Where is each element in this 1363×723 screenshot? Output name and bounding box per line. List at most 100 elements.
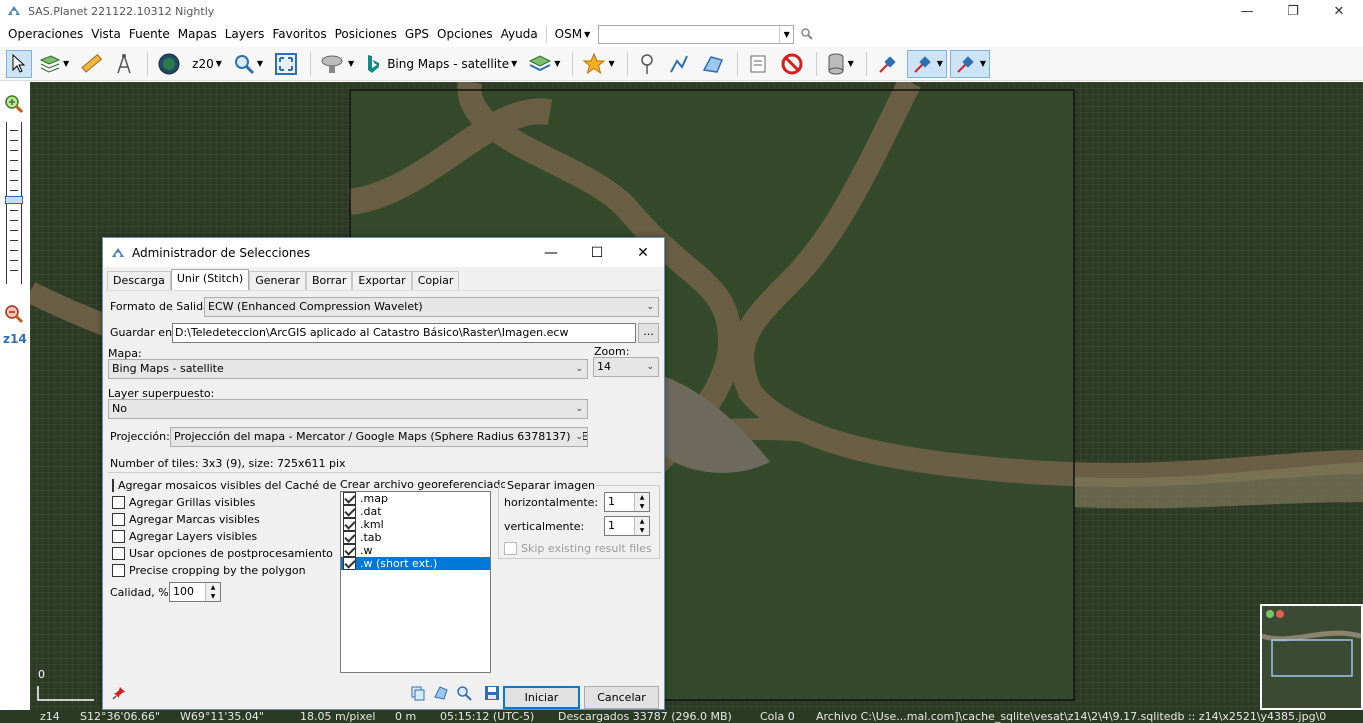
zoom-select[interactable]: 14 ⌄ [593,357,659,377]
menu-posiciones[interactable]: Posiciones [331,22,401,46]
edit-polygon-button[interactable] [432,684,450,702]
zoom-slider-thumb[interactable] [5,196,23,204]
checkbox[interactable] [112,513,125,526]
option-precise-cropping[interactable]: Precise cropping by the polygon [112,564,306,577]
zoom-in-icon[interactable] [4,94,24,114]
option-marcas-visibles[interactable]: Agregar Marcas visibles [112,513,260,526]
spin-down-icon[interactable]: ▼ [635,502,649,511]
globe-button[interactable] [153,50,185,78]
spin-down-icon[interactable]: ▼ [635,526,649,535]
horizontal-spinner[interactable]: 1 ▲ ▼ [604,492,650,512]
checkbox[interactable] [112,547,125,560]
hide-marks-button[interactable] [776,50,808,78]
checkbox[interactable] [112,564,125,577]
dialog-minimize-button[interactable]: — [528,238,574,267]
add-path-button[interactable] [664,50,694,78]
spin-up-icon[interactable]: ▲ [635,493,649,502]
favorites-button[interactable]: ▼ [578,50,618,78]
spin-down-icon[interactable]: ▼ [206,592,220,601]
checkbox[interactable] [343,557,356,570]
chevron-down-icon[interactable]: ▼ [779,25,793,43]
restore-button[interactable]: ❐ [1270,0,1316,22]
menu-ayuda[interactable]: Ayuda [497,22,542,46]
checkbox[interactable] [343,544,356,557]
list-item-selected[interactable]: .w (short ext.) [341,557,490,570]
vertical-spinner[interactable]: 1 ▲ ▼ [604,516,650,536]
option-postprocesamiento[interactable]: Usar opciones de postprocesamiento [112,547,333,560]
menu-layers[interactable]: Layers [221,22,269,46]
search-input[interactable]: ▼ [598,24,795,44]
zoom-tool-button[interactable]: ▼ [229,50,267,78]
dialog-close-button[interactable]: ✕ [620,238,666,267]
checkbox[interactable] [343,531,356,544]
menu-favoritos[interactable]: Favoritos [268,22,330,46]
save-selection-button[interactable] [483,684,501,702]
guardar-path-input[interactable]: D:\Teledeteccion\ArcGIS aplicado al Cata… [172,323,636,343]
zoom-to-selection-button[interactable] [455,684,473,702]
checkbox[interactable] [504,542,517,555]
proyeccion-select[interactable]: Projección del mapa - Mercator / Google … [170,427,588,447]
search-provider-select[interactable]: OSM ▼ [551,27,595,41]
map-source-button[interactable]: ▼ [316,50,358,78]
browse-button[interactable]: ... [638,323,659,343]
layer-superpuesto-select[interactable]: No ⌄ [108,399,588,419]
spin-up-icon[interactable]: ▲ [206,583,220,592]
georef-list[interactable]: .map .dat .kml .tab .w .w (short ext.) [340,491,491,673]
tab-exportar[interactable]: Exportar [352,271,412,290]
minimap-image[interactable] [1261,606,1362,708]
spinner-buttons[interactable]: ▲ ▼ [205,583,220,601]
add-placemark-button[interactable] [633,50,661,78]
menu-opciones[interactable]: Opciones [433,22,497,46]
menu-operaciones[interactable]: Operaciones [4,22,87,46]
tab-copiar[interactable]: Copiar [411,271,460,290]
zoom-level-select[interactable]: z20 ▼ [188,50,226,78]
option-grillas-visibles[interactable]: Agregar Grillas visibles [112,496,255,509]
menu-mapas[interactable]: Mapas [174,22,221,46]
fullscreen-button[interactable] [270,50,302,78]
iniciar-button[interactable]: Iniciar [503,686,580,709]
checkbox[interactable] [112,530,125,543]
compass-tool-button[interactable] [109,50,139,78]
copy-selection-button[interactable] [409,684,427,702]
add-polygon-button[interactable] [697,50,729,78]
marks-manager-button[interactable] [743,50,773,78]
cache-button[interactable]: ▼ [822,50,858,78]
tab-descarga[interactable]: Descarga [107,271,171,290]
list-item[interactable]: .dat [341,505,490,518]
close-button[interactable]: ✕ [1316,0,1362,22]
ruler-tool-button[interactable] [76,50,106,78]
pointer-tool-button[interactable] [6,49,32,78]
tab-unir-stitch[interactable]: Unir (Stitch) [170,269,250,290]
checkbox[interactable] [112,479,114,492]
gps-track-button[interactable] [872,50,904,78]
skip-existing-option[interactable]: Skip existing result files [504,542,652,555]
formato-select[interactable]: ECW (Enhanced Compression Wavelet) ⌄ [204,297,659,317]
gps-connect-button[interactable]: ▼ [906,49,947,78]
zoom-out-icon[interactable] [4,304,24,324]
mapa-select[interactable]: Bing Maps - satellite ⌄ [108,359,588,379]
tab-borrar[interactable]: Borrar [306,271,353,290]
gps-center-button[interactable]: ▼ [949,49,991,78]
checkbox[interactable] [112,496,125,509]
checkbox[interactable] [343,505,356,518]
cancelar-button[interactable]: Cancelar [584,686,659,709]
checkbox[interactable] [343,492,356,505]
minimize-button[interactable]: — [1224,0,1270,22]
zoom-slider[interactable] [5,122,23,284]
map-type-select[interactable]: Bing Maps - satellite ▼ [361,50,521,78]
menu-vista[interactable]: Vista [87,22,125,46]
checkbox[interactable] [343,518,356,531]
search-icon[interactable] [800,27,814,41]
list-item[interactable]: .map [341,492,490,505]
selection-tool-button[interactable]: ▼ [35,50,73,78]
calidad-spinner[interactable]: 100 ▲ ▼ [169,582,221,602]
minimap[interactable] [1260,604,1363,710]
list-item[interactable]: .kml [341,518,490,531]
spin-up-icon[interactable]: ▲ [635,517,649,526]
option-layers-visibles[interactable]: Agregar Layers visibles [112,530,257,543]
layers-button[interactable]: ▼ [524,50,564,78]
dialog-maximize-button[interactable]: ☐ [574,238,620,267]
spinner-buttons[interactable]: ▲ ▼ [634,517,649,535]
menu-fuente[interactable]: Fuente [125,22,174,46]
list-item[interactable]: .w [341,544,490,557]
